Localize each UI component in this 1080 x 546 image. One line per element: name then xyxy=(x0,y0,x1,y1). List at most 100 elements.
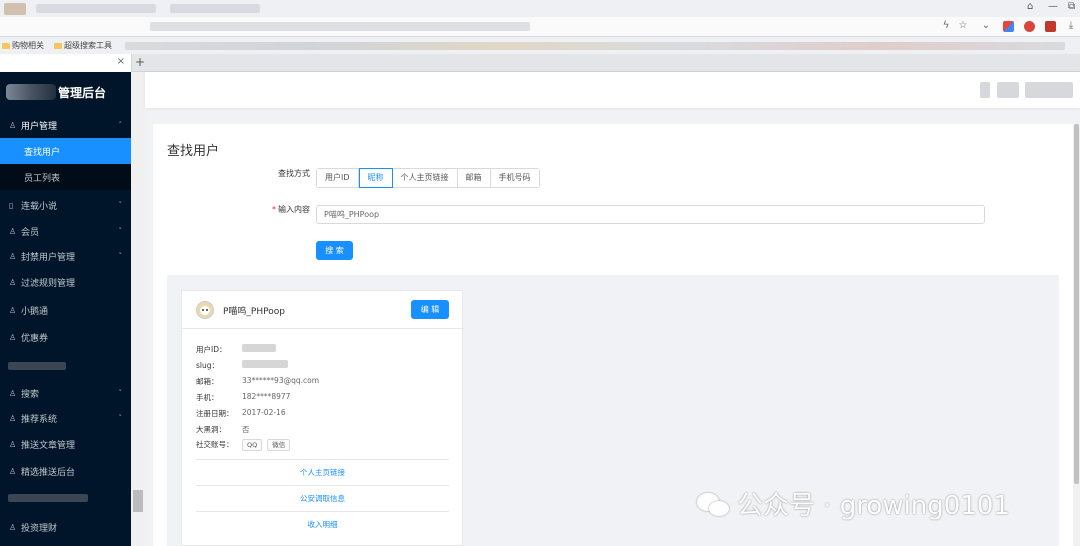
menu-label: 推送文章管理 xyxy=(21,440,76,451)
profile-link[interactable]: 个人主页链接 xyxy=(196,459,449,485)
address-bar[interactable]: ϟ ☆ ⌄ ⤓ xyxy=(0,17,1080,37)
new-tab-button[interactable]: + xyxy=(135,55,145,69)
tag-wechat: 微信 xyxy=(267,439,291,451)
user-icon: ♙ xyxy=(9,120,17,130)
title-blur xyxy=(170,4,260,13)
user-icon: ♙ xyxy=(9,439,17,449)
method-phone[interactable]: 手机号码 xyxy=(490,169,539,187)
menu-label: 连载小说 xyxy=(21,201,58,212)
label-text: 查找方式 xyxy=(278,169,310,178)
content-scrollbar[interactable] xyxy=(1073,124,1080,546)
menu-label: 用户管理 xyxy=(21,121,58,132)
field-value-redacted xyxy=(242,360,288,368)
browser-tab[interactable]: × xyxy=(0,54,132,72)
field-key: 注册日期： xyxy=(196,409,234,418)
extension-icon[interactable] xyxy=(1024,21,1035,32)
field-email: 邮箱： 33******93@qq.com xyxy=(196,376,319,387)
watermark-text: 公众号 · growing0101 xyxy=(737,491,1010,521)
menu-label: 封禁用户管理 xyxy=(21,252,76,263)
police-info-link[interactable]: 公安调取信息 xyxy=(196,485,449,511)
menu-membership[interactable]: ♙ 会员 ˅ xyxy=(0,218,131,244)
extension-icon[interactable] xyxy=(1003,21,1014,32)
user-icon: ♙ xyxy=(9,332,17,342)
menu-coupons[interactable]: ♙ 优惠券 xyxy=(0,324,131,350)
brand: 管理后台 xyxy=(0,72,131,112)
menu-serial-novels[interactable]: ▯ 连载小说 ˅ xyxy=(0,192,131,218)
scrollbar-thumb[interactable] xyxy=(133,490,143,512)
watermark: 公众号 · growing0101 xyxy=(697,485,1010,522)
avatar xyxy=(196,301,214,319)
edit-button[interactable]: 编 辑 xyxy=(411,300,449,319)
search-button[interactable]: 搜 索 xyxy=(316,241,353,260)
brand-title: 管理后台 xyxy=(58,85,107,100)
shirt-icon[interactable]: ⌂ xyxy=(1027,1,1033,12)
chevron-down-icon: ˅ xyxy=(118,414,123,422)
menu-find-user[interactable]: 查找用户 xyxy=(0,138,131,164)
menu-push-articles[interactable]: ♙ 推送文章管理 xyxy=(0,431,131,457)
menu-filter-rules[interactable]: ♙ 过滤规则管理 xyxy=(0,269,131,295)
field-key: 用户ID： xyxy=(196,345,227,354)
field-value-redacted xyxy=(242,344,276,352)
title-blur xyxy=(36,4,156,13)
bookmark-folder[interactable]: 购物相关 xyxy=(2,40,44,51)
page-title: 查找用户 xyxy=(167,144,220,159)
lightning-icon[interactable]: ϟ xyxy=(940,20,952,32)
menu-label: 精选推送后台 xyxy=(21,467,76,478)
menu-banned-users[interactable]: ♙ 封禁用户管理 ˅ xyxy=(0,243,131,269)
menu-blur xyxy=(8,494,88,502)
scrollbar-thumb[interactable] xyxy=(1074,124,1079,484)
menu-search[interactable]: ♙ 搜索 ˅ xyxy=(0,380,131,406)
field-value: 否 xyxy=(242,425,250,434)
header-blur xyxy=(980,82,990,98)
menu-featured-push[interactable]: ♙ 精选推送后台 xyxy=(0,458,131,484)
chevron-down-icon: ˅ xyxy=(118,389,123,397)
user-icon: ♙ xyxy=(9,388,17,398)
method-email[interactable]: 邮箱 xyxy=(457,169,491,187)
field-value: 33******93@qq.com xyxy=(242,376,320,385)
field-key: slug： xyxy=(196,361,220,370)
method-user-id[interactable]: 用户ID xyxy=(317,169,359,187)
close-icon[interactable]: × xyxy=(117,56,125,67)
field-value: 182****8977 xyxy=(242,392,291,401)
method-profile-link[interactable]: 个人主页链接 xyxy=(392,169,458,187)
bookmark-label: 超级搜索工具 xyxy=(64,41,112,50)
sidebar-scrollbar[interactable] xyxy=(131,72,145,546)
search-input[interactable]: P喵呜_PHPoop xyxy=(316,205,985,224)
tab-strip: × + xyxy=(0,54,1080,72)
menu-staff-list[interactable]: 员工列表 xyxy=(0,164,131,190)
method-nickname[interactable]: 昵称 xyxy=(358,168,393,188)
menu-xiaoetong[interactable]: ♙ 小鹅通 xyxy=(0,297,131,323)
field-register-date: 注册日期： 2017-02-16 xyxy=(196,408,286,419)
book-icon: ▯ xyxy=(9,200,14,210)
menu-label: 过滤规则管理 xyxy=(21,278,76,289)
input-label: * 输入内容 xyxy=(220,204,310,215)
minimize-icon[interactable]: — xyxy=(1048,1,1058,12)
menu-label: 查找用户 xyxy=(24,147,61,158)
required-mark: * xyxy=(272,205,276,214)
extension-icon[interactable] xyxy=(1045,21,1056,32)
menu-user-management[interactable]: ♙ 用户管理 ˄ xyxy=(0,112,131,138)
star-icon[interactable]: ☆ xyxy=(957,20,969,32)
folder-icon xyxy=(54,42,62,49)
header-blur xyxy=(997,82,1019,98)
user-card: P喵呜_PHPoop 编 辑 用户ID： slug： 邮箱： 33******9… xyxy=(181,290,464,546)
field-black-hole: 大黑洞： 否 xyxy=(196,424,250,435)
restore-icon[interactable]: ⧉ xyxy=(1068,1,1075,12)
menu-recommend[interactable]: ♙ 推荐系统 ˅ xyxy=(0,405,131,431)
field-key: 大黑洞： xyxy=(196,425,226,434)
field-key: 手机： xyxy=(196,393,219,402)
chevron-down-icon[interactable]: ⌄ xyxy=(980,20,992,32)
menu-label: 小鹅通 xyxy=(21,306,49,317)
field-key: 社交账号： xyxy=(196,440,234,449)
user-icon: ♙ xyxy=(9,522,17,532)
download-icon[interactable]: ⤓ xyxy=(1065,20,1077,32)
sidebar: 管理后台 ♙ 用户管理 ˄ 查找用户 员工列表 ▯ 连载小说 ˅ ♙ 会员 ˅ … xyxy=(0,72,131,546)
card-header: P喵呜_PHPoop 编 辑 xyxy=(182,291,464,329)
menu-investment[interactable]: ♙ 投资理财 xyxy=(0,514,131,540)
label-text: 输入内容 xyxy=(278,205,310,214)
bookmarks-bar: 购物相关 超级搜索工具 xyxy=(0,38,1080,54)
url-blur xyxy=(150,22,530,31)
bookmark-folder[interactable]: 超级搜索工具 xyxy=(54,40,112,51)
field-slug: slug： xyxy=(196,360,288,371)
income-detail-link[interactable]: 收入明细 xyxy=(196,511,449,537)
